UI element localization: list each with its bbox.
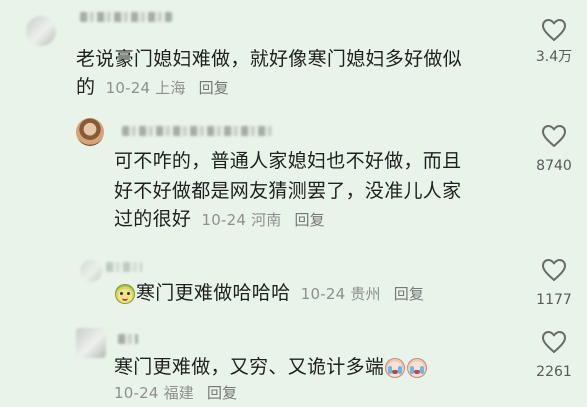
like-count: 1177 bbox=[536, 292, 572, 308]
comment-text: 寒门更难做，又穷、又诡计多端 bbox=[114, 352, 428, 382]
comment-meta: 10-24 福建 回复 bbox=[114, 380, 237, 406]
username[interactable] bbox=[106, 262, 142, 272]
comment-text: 寒门更难做哈哈哈 10-24 贵州 回复 bbox=[114, 278, 424, 309]
comment-text-line: 寒门更难做，又穷、又诡计多端 bbox=[114, 356, 385, 378]
comment-text-line: 可不咋的，普通人家媳妇也不好做，而且 bbox=[114, 150, 462, 172]
reply-button[interactable]: 回复 bbox=[199, 79, 229, 97]
comment-location: 贵州 bbox=[350, 285, 381, 303]
comment-date: 10-24 bbox=[105, 79, 151, 97]
comment-item: 寒门更难做哈哈哈 10-24 贵州 回复 1177 bbox=[0, 250, 587, 320]
like-count: 8740 bbox=[536, 158, 572, 174]
comment-date: 10-24 bbox=[201, 211, 247, 229]
comment-meta: 10-24 河南 回复 bbox=[202, 211, 325, 229]
comment-text-line: 过的很好 bbox=[114, 208, 192, 230]
comment-meta: 10-24 上海 回复 bbox=[106, 79, 229, 97]
comment-date: 10-24 bbox=[300, 285, 346, 303]
comment-text: 可不咋的，普通人家媳妇也不好做，而且 bbox=[114, 146, 461, 176]
comment-location: 上海 bbox=[155, 79, 186, 97]
like-button[interactable]: 8740 bbox=[524, 124, 584, 174]
comment-text-line: 好不好做都是网友猜测罢了，没准儿人家 bbox=[114, 180, 462, 202]
comment-text: 的 10-24 上海 回复 bbox=[76, 72, 229, 103]
comment-date: 10-24 bbox=[114, 384, 159, 402]
heart-outline-icon bbox=[542, 125, 566, 147]
like-count: 3.4万 bbox=[535, 49, 573, 65]
comment-item: 老说豪门媳妇难做，就好像寒门媳妇多好做似 的 10-24 上海 回复 3.4万 bbox=[0, 0, 587, 110]
comment-item: 寒门更难做，又穷、又诡计多端 10-24 福建 回复 2261 bbox=[0, 320, 587, 407]
crying-face-emoji bbox=[407, 357, 428, 378]
lime-face-emoji bbox=[115, 283, 135, 304]
comment-text: 过的很好 10-24 河南 回复 bbox=[114, 204, 325, 235]
comment-text: 好不好做都是网友猜测罢了，没准儿人家 bbox=[114, 176, 461, 206]
reply-button[interactable]: 回复 bbox=[394, 285, 424, 303]
comment-text-line: 老说豪门媳妇难做，就好像寒门媳妇多好做似 bbox=[76, 48, 463, 70]
heart-outline-icon bbox=[542, 19, 566, 41]
like-button[interactable]: 3.4万 bbox=[524, 18, 584, 66]
username[interactable] bbox=[122, 126, 272, 136]
crying-face-emoji bbox=[385, 357, 406, 378]
avatar[interactable] bbox=[76, 328, 106, 358]
username[interactable] bbox=[80, 12, 172, 22]
reply-button[interactable]: 回复 bbox=[294, 211, 324, 229]
comment-location: 福建 bbox=[163, 384, 194, 402]
comment-item: 可不咋的，普通人家媳妇也不好做，而且 好不好做都是网友猜测罢了，没准儿人家 过的… bbox=[0, 110, 587, 250]
like-button[interactable]: 2261 bbox=[524, 330, 584, 380]
username[interactable] bbox=[118, 334, 138, 344]
like-button[interactable]: 1177 bbox=[524, 258, 584, 308]
like-count: 2261 bbox=[536, 364, 572, 380]
comment-text: 老说豪门媳妇难做，就好像寒门媳妇多好做似 bbox=[76, 44, 462, 74]
comment-location: 河南 bbox=[251, 211, 282, 229]
comment-text-line: 的 bbox=[76, 76, 96, 98]
heart-outline-icon bbox=[542, 331, 566, 353]
heart-outline-icon bbox=[542, 259, 566, 281]
avatar[interactable] bbox=[26, 16, 56, 46]
avatar[interactable] bbox=[76, 118, 104, 146]
comment-text-line: 寒门更难做哈哈哈 bbox=[136, 282, 291, 304]
comment-meta: 10-24 贵州 回复 bbox=[301, 285, 424, 303]
reply-button[interactable]: 回复 bbox=[207, 384, 237, 402]
avatar[interactable] bbox=[80, 260, 102, 282]
